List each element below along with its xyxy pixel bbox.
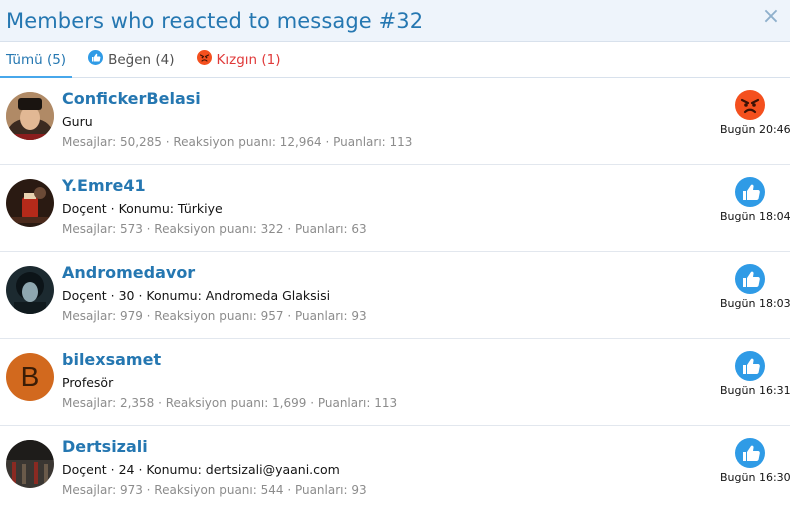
- reaction: Bugün 20:46: [720, 90, 790, 136]
- user-stats: Mesajlar: 973 · Reaksiyon puanı: 544 · P…: [62, 483, 367, 497]
- tab-all-label: Tümü (5): [6, 51, 67, 68]
- username[interactable]: Andromedavor: [62, 262, 790, 284]
- reaction: Bugün 16:31: [720, 351, 790, 397]
- tab-like-label: Beğen (4): [108, 51, 175, 68]
- user-stats: Mesajlar: 573 · Reaksiyon puanı: 322 · P…: [62, 222, 367, 236]
- username[interactable]: bilexsamet: [62, 349, 790, 371]
- reaction: Bugün 18:03: [720, 264, 790, 310]
- user-info: Guru: [62, 114, 93, 129]
- reaction-time: Bugün 16:31: [720, 384, 790, 397]
- user-stats: Mesajlar: 2,358 · Reaksiyon puanı: 1,699…: [62, 396, 398, 410]
- reaction-tabs: Tümü (5) Beğen (4) Kızgın (1): [0, 42, 790, 78]
- avatar[interactable]: [6, 440, 54, 488]
- list-item: Y.Emre41 Doçent · Konumu: Türkiye Mesajl…: [0, 165, 790, 252]
- reaction-time: Bugün 18:03: [720, 297, 790, 310]
- user-info: Profesör: [62, 375, 114, 390]
- list-item: B bilexsamet Profesör Mesajlar: 2,358 · …: [0, 339, 790, 426]
- like-icon: [88, 50, 104, 69]
- user-stats: Mesajlar: 50,285 · Reaksiyon puanı: 12,9…: [62, 135, 413, 149]
- tab-all[interactable]: Tümü (5): [0, 42, 73, 78]
- list-item: Dertsizali Doçent · 24 · Konumu: dertsiz…: [0, 426, 790, 507]
- username[interactable]: Y.Emre41: [62, 175, 790, 197]
- tab-angry-label: Kızgın (1): [216, 51, 281, 68]
- dialog-title: Members who reacted to message #32: [6, 8, 424, 33]
- username[interactable]: Dertsizali: [62, 436, 790, 458]
- list-item: Andromedavor Doçent · 30 · Konumu: Andro…: [0, 252, 790, 339]
- reaction: Bugün 18:04: [720, 177, 790, 223]
- avatar[interactable]: [6, 92, 54, 140]
- reaction-time: Bugün 20:46: [720, 123, 790, 136]
- avatar[interactable]: [6, 266, 54, 314]
- angry-icon: [735, 90, 765, 120]
- dialog-header: Members who reacted to message #32 ×: [0, 0, 790, 42]
- close-icon[interactable]: ×: [760, 6, 782, 28]
- username[interactable]: ConfickerBelasi: [62, 88, 790, 110]
- like-icon: [735, 351, 765, 381]
- like-icon: [735, 438, 765, 468]
- user-stats: Mesajlar: 979 · Reaksiyon puanı: 957 · P…: [62, 309, 367, 323]
- list-item: ConfickerBelasi Guru Mesajlar: 50,285 · …: [0, 78, 790, 165]
- tab-angry[interactable]: Kızgın (1): [191, 42, 287, 77]
- user-info: Doçent · 30 · Konumu: Andromeda Glaksisi: [62, 288, 331, 303]
- reaction-time: Bugün 18:04: [720, 210, 790, 223]
- member-list: ConfickerBelasi Guru Mesajlar: 50,285 · …: [0, 78, 790, 507]
- like-icon: [735, 177, 765, 207]
- user-info: Doçent · Konumu: Türkiye: [62, 201, 223, 216]
- tab-like[interactable]: Beğen (4): [82, 42, 180, 77]
- reaction: Bugün 16:30: [720, 438, 790, 484]
- angry-icon: [196, 50, 212, 69]
- user-info: Doçent · 24 · Konumu: dertsizali@yaani.c…: [62, 462, 340, 477]
- avatar[interactable]: B: [6, 353, 54, 401]
- like-icon: [735, 264, 765, 294]
- avatar[interactable]: [6, 179, 54, 227]
- reaction-time: Bugün 16:30: [720, 471, 790, 484]
